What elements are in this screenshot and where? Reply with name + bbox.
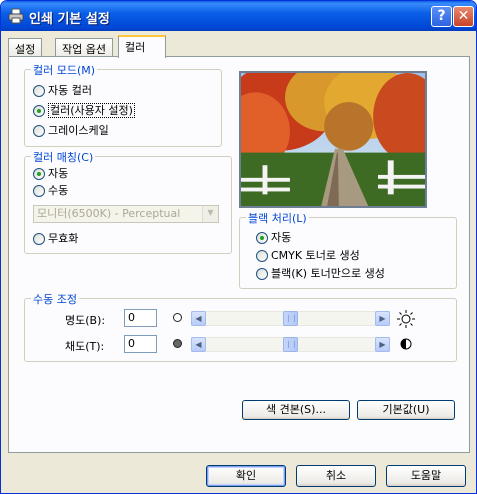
saturation-thumb[interactable] [283,337,298,352]
manual-adjust-group: 수동 조정 명도(B): 0 ◀ ▶ 채도(T): 0 ◀ ▶ [24,291,457,362]
print-preferences-dialog: 인쇄 기본 설정 ? ✕ 설정 작업 옵션 컬러 컬러 모드(M) 자동 컬러 … [0,0,477,494]
radio-label: 자동 컬러 [48,84,92,97]
color-preview-image [239,71,427,208]
radio-label: 블랙(K) 토너만으로 생성 [271,267,385,280]
close-button[interactable]: ✕ [453,6,474,27]
tab-job-options[interactable]: 작업 옵션 [55,38,113,57]
select-value: 모니터(6500K) - Perceptual [37,207,181,220]
color-matching-group: 컬러 매칭(C) 자동 수동 모니터(6500K) - Perceptual ▼… [24,149,232,254]
radio-circle-icon [33,185,45,197]
color-tab-panel: 컬러 모드(M) 자동 컬러 컬러(사용자 설정) 그레이스케일 컬러 매칭(C… [8,56,470,453]
scroll-right-icon[interactable]: ▶ [375,311,390,326]
ok-button[interactable]: 확인 [206,465,286,487]
radio-selected-icon [256,232,268,244]
matching-profile-select[interactable]: 모니터(6500K) - Perceptual ▼ [33,205,219,223]
radio-black-k-only[interactable]: 블랙(K) 토너만으로 생성 [256,267,385,283]
radio-circle-icon [33,125,45,137]
brightness-input[interactable]: 0 [124,309,157,327]
black-processing-group: 블랙 처리(L) 자동 CMYK 토너로 생성 블랙(K) 토너만으로 생성 [239,210,457,289]
default-button[interactable]: 기본값(U) [357,400,455,420]
radio-label: CMYK 토너로 생성 [271,249,360,262]
window-title: 인쇄 기본 설정 [29,12,110,27]
radio-black-cmyk[interactable]: CMYK 토너로 생성 [256,249,360,265]
brightness-low-icon [173,313,182,322]
saturation-input[interactable]: 0 [124,335,157,353]
radio-label: 자동 [48,167,69,180]
radio-custom-color[interactable]: 컬러(사용자 설정) [33,103,135,120]
radio-label: 자동 [271,231,292,244]
saturation-low-icon [173,339,182,348]
radio-circle-icon [33,233,45,245]
scroll-left-icon[interactable]: ◀ [191,311,206,326]
radio-label: 수동 [48,184,69,197]
color-mode-label: 컬러 모드(M) [31,62,98,78]
radio-grayscale[interactable]: 그레이스케일 [33,124,109,140]
cancel-button[interactable]: 취소 [296,465,376,487]
brightness-thumb[interactable] [283,311,298,326]
radio-circle-icon [256,250,268,262]
radio-matching-disable[interactable]: 무효화 [33,232,78,248]
color-matching-label: 컬러 매칭(C) [31,149,96,165]
radio-circle-icon [33,85,45,97]
color-sample-button[interactable]: 색 견본(S)... [242,400,350,420]
radio-selected-icon [33,168,45,180]
scroll-right-icon[interactable]: ▶ [375,337,390,352]
saturation-slider[interactable]: ◀ ▶ [191,337,390,352]
radio-label: 컬러(사용자 설정) [48,103,135,118]
manual-adjust-label: 수동 조정 [31,291,79,307]
radio-label: 무효화 [48,232,79,245]
radio-matching-manual[interactable]: 수동 [33,184,68,200]
contrast-icon [400,338,412,350]
help-title-button[interactable]: ? [431,6,452,27]
radio-label: 그레이스케일 [48,124,109,137]
tab-color[interactable]: 컬러 [118,35,166,58]
brightness-slider[interactable]: ◀ ▶ [191,311,390,326]
radio-auto-color[interactable]: 자동 컬러 [33,84,92,100]
help-button[interactable]: 도움말 [386,465,466,487]
printer-icon [8,8,24,24]
tab-settings[interactable]: 설정 [8,38,43,57]
black-processing-label: 블랙 처리(L) [246,210,309,226]
radio-circle-icon [256,268,268,280]
brightness-label: 명도(B): [65,314,106,327]
radio-selected-icon [33,105,45,117]
radio-matching-auto[interactable]: 자동 [33,167,68,183]
scroll-left-icon[interactable]: ◀ [191,337,206,352]
chevron-down-icon: ▼ [202,206,218,222]
saturation-label: 채도(T): [65,340,105,353]
color-mode-group: 컬러 모드(M) 자동 컬러 컬러(사용자 설정) 그레이스케일 [24,62,222,147]
radio-black-auto[interactable]: 자동 [256,231,291,247]
sun-icon [397,310,415,328]
title-bar[interactable]: 인쇄 기본 설정 ? ✕ [1,1,476,31]
